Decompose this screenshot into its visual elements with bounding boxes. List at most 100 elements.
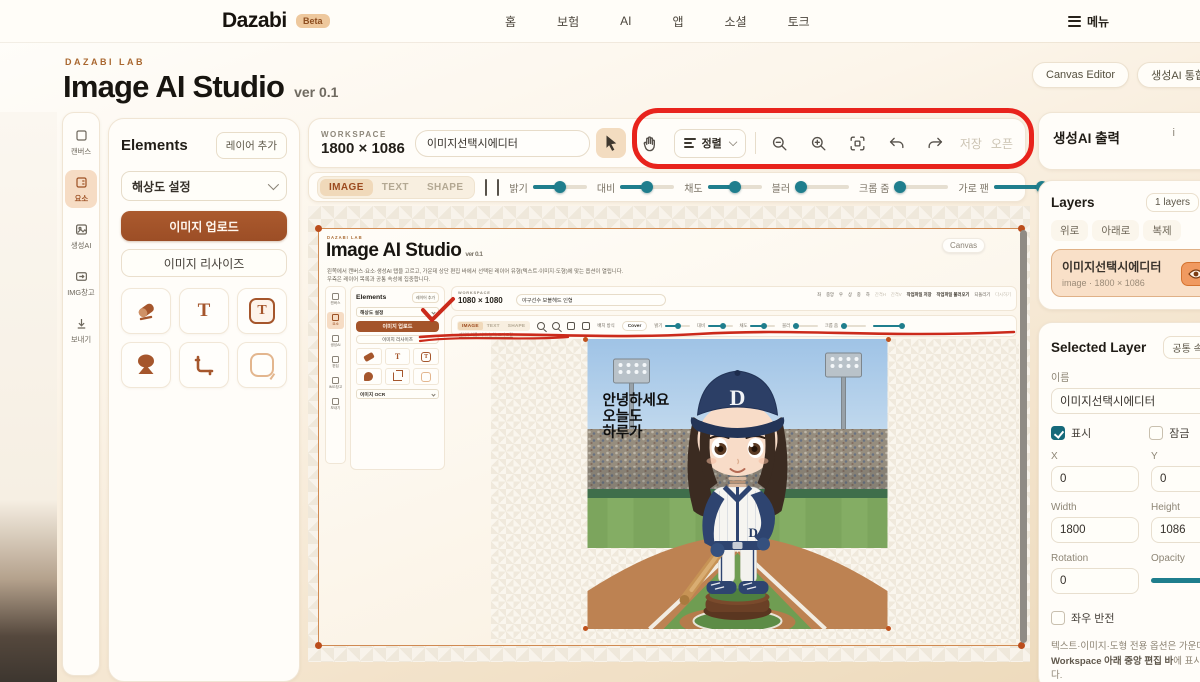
inner-edit-bar: IMAGE TEXT SHAPE 배치 방식 Cover 밝기 대비 채도 블러…: [451, 315, 1017, 337]
open-button[interactable]: 오픈: [991, 135, 1013, 152]
download-icon: [74, 316, 89, 331]
inner-version: ver 0.1: [465, 251, 482, 258]
tab-shape[interactable]: SHAPE: [418, 179, 472, 196]
nav-item-home[interactable]: 홈: [505, 13, 516, 30]
flip-horizontal-icon[interactable]: [497, 179, 499, 196]
slider-knob[interactable]: [894, 181, 906, 193]
saturation-slider[interactable]: 채도: [684, 180, 761, 195]
zoom-in-button[interactable]: [804, 128, 834, 158]
frame-handle[interactable]: [315, 642, 322, 649]
pan-tool-button[interactable]: [635, 128, 665, 158]
layer-up-button[interactable]: 위로: [1051, 220, 1088, 241]
text-box-tool[interactable]: T: [237, 288, 287, 334]
layer-list-item[interactable]: 이미지선택시에디터 image · 1800 × 1086: [1051, 249, 1200, 297]
rotation-input[interactable]: [1051, 568, 1139, 594]
pan-x-slider[interactable]: 가로 팬: [958, 180, 1047, 195]
tab-text[interactable]: TEXT: [373, 179, 418, 196]
rail-item-gen-ai[interactable]: 생성AI: [65, 217, 97, 255]
inner-fit-label: 배치 방식: [597, 323, 614, 329]
image-upload-button[interactable]: 이미지 업로드: [121, 211, 287, 241]
avatar-tool[interactable]: [121, 342, 171, 388]
rail-item-canvas[interactable]: 캔버스: [65, 123, 97, 161]
slider-knob[interactable]: [795, 181, 807, 193]
crop-tool[interactable]: [179, 342, 229, 388]
brightness-slider[interactable]: 밝기: [509, 180, 586, 195]
text-tool[interactable]: T: [179, 288, 229, 334]
cursor-icon: [602, 134, 620, 152]
slider-knob[interactable]: [729, 181, 741, 193]
elements-title: Elements: [121, 137, 188, 154]
opacity-slider[interactable]: [1151, 578, 1200, 583]
page-edge-shadow: [0, 112, 57, 682]
selection-handle: [886, 337, 891, 342]
eraser-tool[interactable]: [121, 288, 171, 334]
rail-item-elements[interactable]: 요소: [65, 170, 97, 208]
undo-button[interactable]: [882, 128, 912, 158]
x-label: X: [1051, 451, 1139, 462]
gen-ai-merge-button[interactable]: 생성AI 통합: [1137, 62, 1200, 88]
frame-handle[interactable]: [1018, 642, 1025, 649]
common-props-badge: 공통 속성: [1163, 336, 1200, 359]
visible-checkbox[interactable]: 표시: [1051, 425, 1091, 441]
image-resize-button[interactable]: 이미지 리사이즈: [121, 249, 287, 277]
info-icon[interactable]: i: [1173, 127, 1175, 139]
flip-vertical-icon[interactable]: [485, 179, 487, 196]
menu-button[interactable]: 메뉴: [1068, 0, 1109, 42]
blur-slider[interactable]: 블러: [772, 180, 849, 195]
frame-handle[interactable]: [315, 225, 322, 232]
nav-item-talk[interactable]: 토크: [788, 13, 810, 30]
selected-image-object[interactable]: DAZABI LAB Image AI Studiover 0.1 왼쪽에서 캔…: [318, 228, 1022, 646]
shape-tool[interactable]: [237, 342, 287, 388]
save-button[interactable]: 저장: [960, 135, 982, 152]
redo-button[interactable]: [921, 128, 951, 158]
page-title-text: Image AI Studio: [63, 69, 284, 104]
resolution-select[interactable]: 해상도 설정: [121, 171, 287, 201]
inner-tile-grid: T T: [356, 348, 439, 385]
height-input[interactable]: [1151, 517, 1200, 543]
layer-visibility-button[interactable]: [1181, 262, 1200, 286]
rail-item-export[interactable]: 보내기: [65, 311, 97, 349]
inner-elements-title: Elements: [356, 294, 386, 301]
tab-image[interactable]: IMAGE: [320, 179, 373, 196]
add-layer-button[interactable]: 레이어 추가: [216, 132, 287, 159]
nav-item-social[interactable]: 소셜: [725, 13, 747, 30]
align-dropdown[interactable]: 정렬: [674, 129, 746, 158]
slider-track[interactable]: [533, 185, 587, 189]
nav-item-ai[interactable]: AI: [620, 14, 631, 28]
canvas-editor-button[interactable]: Canvas Editor: [1032, 62, 1129, 88]
lock-checkbox[interactable]: 잠금: [1149, 425, 1189, 441]
slider-label: 크롭 줌: [859, 180, 889, 195]
canvas-area[interactable]: DAZABI LAB Image AI Studiover 0.1 왼쪽에서 캔…: [308, 206, 1030, 662]
slider-knob[interactable]: [554, 181, 566, 193]
x-input[interactable]: [1051, 466, 1139, 492]
select-tool-button[interactable]: [596, 128, 626, 158]
layer-name-input[interactable]: [1051, 388, 1200, 414]
slider-track[interactable]: [894, 185, 948, 189]
chevron-down-icon: [729, 138, 737, 146]
checkbox-checked[interactable]: [1051, 426, 1065, 440]
fit-screen-button[interactable]: [843, 128, 873, 158]
vertical-scrollbar[interactable]: [1020, 230, 1027, 643]
width-input[interactable]: [1051, 517, 1139, 543]
nav-item-insurance[interactable]: 보험: [557, 13, 579, 30]
brand-logo[interactable]: Dazabi: [222, 9, 287, 33]
zoom-out-button[interactable]: [765, 128, 795, 158]
slider-knob[interactable]: [641, 181, 653, 193]
inner-workspace-header: WORKSPACE 1080 × 1080 야구선수 보블헤드 인형 좌 중앙 …: [451, 286, 1017, 311]
slider-track[interactable]: [795, 185, 849, 189]
flip-horizontal-checkbox[interactable]: 좌우 반전: [1051, 610, 1115, 626]
slider-track[interactable]: [708, 185, 762, 189]
contrast-slider[interactable]: 대비: [597, 180, 674, 195]
checkbox-unchecked[interactable]: [1051, 611, 1065, 625]
crop-zoom-slider[interactable]: 크롭 줌: [859, 180, 948, 195]
rail-item-img-storage[interactable]: IMG창고: [65, 264, 97, 302]
layer-down-button[interactable]: 아래로: [1092, 220, 1139, 241]
checkbox-unchecked[interactable]: [1149, 426, 1163, 440]
slider-track[interactable]: [620, 185, 674, 189]
nav-item-apps[interactable]: 앱: [672, 13, 683, 30]
y-input[interactable]: [1151, 466, 1200, 492]
workspace-name-input[interactable]: [415, 130, 590, 157]
inner-elements-panel: Elements 레이어 추가 해상도 설정 이미지 업로드 이미지 리사이즈 …: [350, 286, 445, 470]
page-title: Image AI Studiover 0.1: [63, 69, 338, 105]
layer-duplicate-button[interactable]: 복제: [1143, 220, 1180, 241]
